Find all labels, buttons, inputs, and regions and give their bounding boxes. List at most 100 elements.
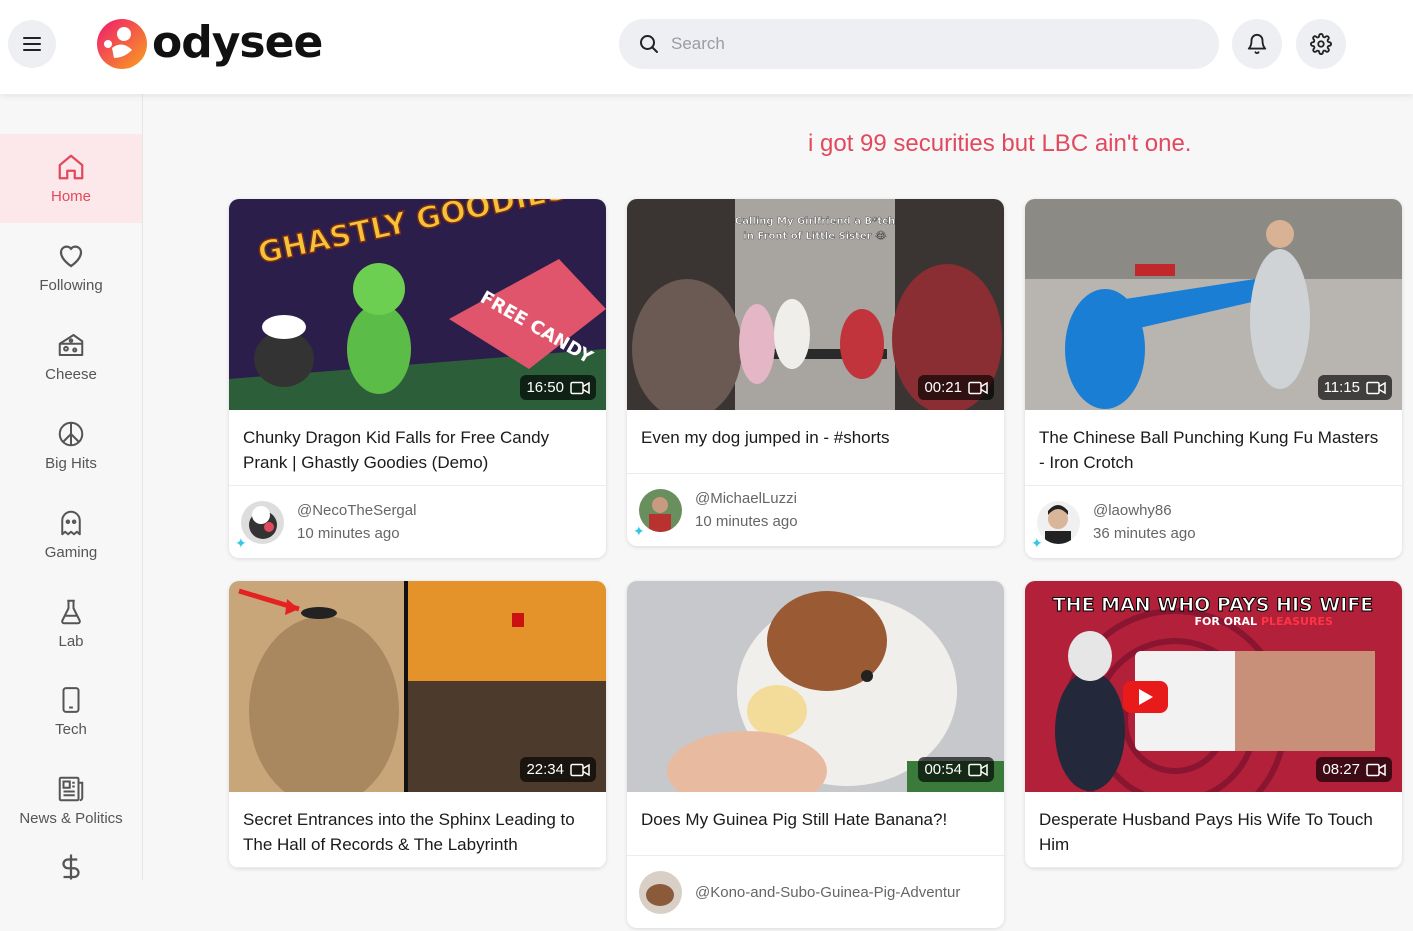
duration-text: 22:34	[526, 761, 564, 778]
sidebar-item-big-hits[interactable]: Big Hits	[0, 401, 142, 490]
video-icon	[1366, 381, 1386, 394]
sparkle-icon: ✦	[633, 523, 645, 539]
phone-icon	[62, 687, 80, 713]
duration-badge: 00:21	[918, 375, 994, 400]
ghost-icon	[61, 510, 81, 536]
duration-text: 08:27	[1322, 761, 1360, 778]
menu-button[interactable]	[8, 20, 56, 68]
channel-name[interactable]: @NecoTheSergal	[297, 499, 416, 522]
hamburger-icon	[23, 37, 41, 51]
video-icon	[570, 763, 590, 776]
search-icon	[640, 35, 658, 53]
sidebar-item-label: Cheese	[45, 366, 97, 383]
channel-name[interactable]: @laowhy86	[1093, 499, 1196, 522]
avatar[interactable]	[1037, 500, 1080, 544]
video-card[interactable]: 00:54 Does My Guinea Pig Still Hate Bana…	[627, 581, 1004, 928]
video-icon	[968, 763, 988, 776]
sidebar-item-label: Home	[50, 188, 91, 205]
sidebar-item-label: Lab	[58, 633, 84, 650]
sidebar-item-news-politics[interactable]: News & Politics	[0, 756, 142, 845]
video-card[interactable]: FREE CANDY GHASTLY GOODIES 16:50 Chunky …	[229, 199, 606, 558]
duration-text: 11:15	[1323, 379, 1360, 396]
channel-info: ✦ @laowhy86 36 minutes ago	[1025, 486, 1402, 558]
notifications-button[interactable]	[1232, 19, 1282, 69]
settings-button[interactable]	[1296, 19, 1346, 69]
sparkle-icon: ✦	[1031, 535, 1043, 551]
video-thumbnail[interactable]: 00:54	[627, 581, 1004, 792]
avatar[interactable]	[639, 870, 682, 914]
odysee-logo[interactable]: odysee	[94, 14, 323, 70]
video-icon	[1366, 763, 1386, 776]
flask-icon	[61, 599, 81, 625]
video-icon	[968, 381, 988, 394]
newspaper-icon	[58, 776, 84, 802]
logo-text: odysee	[152, 16, 323, 68]
video-title[interactable]: Secret Entrances into the Sphinx Leading…	[229, 792, 606, 868]
sidebar-item-gaming[interactable]: Gaming	[0, 490, 142, 579]
thumbnail-text: PLEASURES	[1261, 615, 1333, 628]
dollar-icon	[62, 854, 80, 880]
video-title[interactable]: Desperate Husband Pays His Wife To Touch…	[1025, 792, 1402, 868]
duration-badge: 11:15	[1317, 375, 1392, 400]
home-icon	[58, 154, 84, 180]
video-title[interactable]: Even my dog jumped in - #shorts	[627, 410, 1004, 474]
tagline: i got 99 securities but LBC ain't one.	[808, 130, 1192, 157]
duration-badge: 22:34	[520, 757, 596, 782]
sidebar-item-label: Tech	[55, 721, 87, 738]
video-thumbnail[interactable]: Calling My Girlfriend a B*tch in Front o…	[627, 199, 1004, 410]
bell-icon	[1247, 34, 1267, 55]
channel-name[interactable]: @Kono-and-Subo-Guinea-Pig-Adventur	[695, 881, 980, 904]
duration-text: 00:21	[924, 379, 962, 396]
video-card[interactable]: 11:15 The Chinese Ball Punching Kung Fu …	[1025, 199, 1402, 558]
channel-info: ✦ @MichaelLuzzi 10 minutes ago	[627, 474, 1004, 546]
video-icon	[570, 381, 590, 394]
avatar[interactable]	[639, 488, 682, 532]
video-thumbnail[interactable]: THE MAN WHO PAYS HIS WIFE FOR ORAL PLEAS…	[1025, 581, 1402, 792]
publish-time: 10 minutes ago	[695, 513, 798, 530]
video-thumbnail[interactable]: FREE CANDY GHASTLY GOODIES 16:50	[229, 199, 606, 410]
duration-badge: 00:54	[918, 757, 994, 782]
sidebar-item-home[interactable]: Home	[0, 134, 142, 223]
thumbnail-caption: Calling My Girlfriend a B*tch	[735, 216, 895, 227]
gear-icon	[1310, 33, 1332, 55]
sidebar-item-finance[interactable]	[0, 842, 142, 931]
sidebar-item-tech[interactable]: Tech	[0, 667, 142, 756]
video-card[interactable]: 22:34 Secret Entrances into the Sphinx L…	[229, 581, 606, 868]
video-thumbnail[interactable]: 11:15	[1025, 199, 1402, 410]
sidebar-item-label: Following	[39, 277, 103, 294]
top-header: odysee	[0, 0, 1413, 94]
sidebar: Home Following Cheese Big Hits Gaming La…	[0, 94, 143, 880]
thumbnail-title-text: THE MAN WHO PAYS HIS WIFE	[1053, 594, 1374, 616]
duration-badge: 08:27	[1316, 757, 1392, 782]
video-title[interactable]: Chunky Dragon Kid Falls for Free Candy P…	[229, 410, 606, 486]
sidebar-item-label: News & Politics	[19, 810, 123, 827]
sparkle-icon: ✦	[235, 535, 247, 551]
thumbnail-caption: in Front of Little Sister 😂	[743, 231, 886, 242]
sidebar-item-cheese[interactable]: Cheese	[0, 312, 142, 401]
odysee-logo-icon	[97, 19, 147, 69]
cheese-icon	[58, 334, 84, 356]
channel-info: @Kono-and-Subo-Guinea-Pig-Adventur	[627, 856, 1004, 928]
thumbnail-text: FOR ORAL	[1194, 615, 1257, 628]
duration-badge: 16:50	[520, 375, 596, 400]
sidebar-item-label: Big Hits	[45, 455, 97, 472]
video-title[interactable]: The Chinese Ball Punching Kung Fu Master…	[1025, 410, 1402, 486]
sidebar-item-lab[interactable]: Lab	[0, 579, 142, 668]
heart-icon	[59, 245, 83, 268]
avatar[interactable]	[241, 500, 284, 544]
duration-text: 00:54	[924, 761, 962, 778]
publish-time: 10 minutes ago	[297, 525, 400, 542]
video-card[interactable]: Calling My Girlfriend a B*tch in Front o…	[627, 199, 1004, 546]
channel-name[interactable]: @MichaelLuzzi	[695, 487, 798, 510]
peace-icon	[58, 421, 84, 447]
duration-text: 16:50	[526, 379, 564, 396]
publish-time: 36 minutes ago	[1093, 525, 1196, 542]
video-thumbnail[interactable]: 22:34	[229, 581, 606, 792]
search-bar[interactable]	[619, 19, 1219, 69]
sidebar-item-label: Gaming	[44, 544, 98, 561]
search-input[interactable]	[671, 34, 1191, 54]
sidebar-item-following[interactable]: Following	[0, 223, 142, 312]
video-title[interactable]: Does My Guinea Pig Still Hate Banana?!	[627, 792, 1004, 856]
channel-info: ✦ @NecoTheSergal 10 minutes ago	[229, 486, 606, 558]
video-card[interactable]: THE MAN WHO PAYS HIS WIFE FOR ORAL PLEAS…	[1025, 581, 1402, 868]
